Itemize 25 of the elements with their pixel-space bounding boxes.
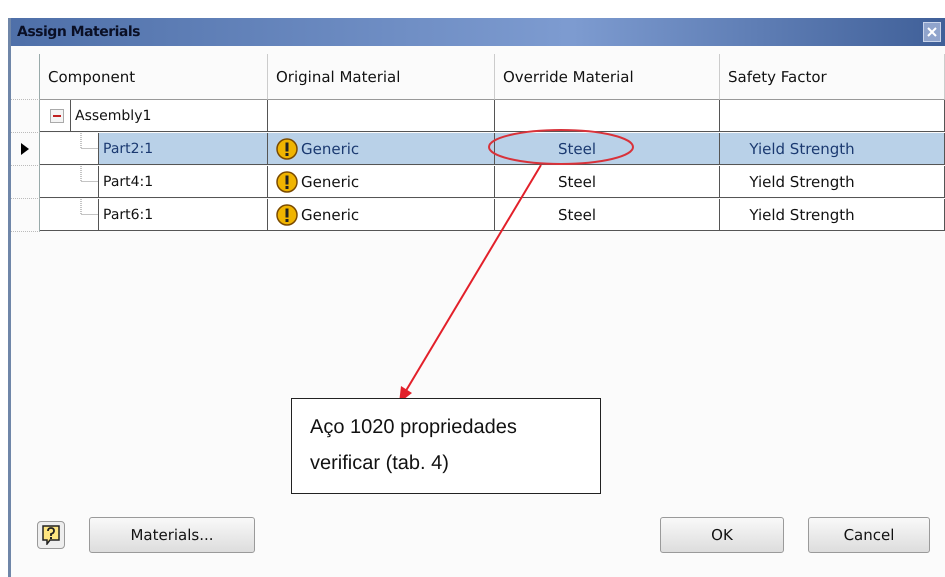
cancel-button[interactable]: Cancel — [808, 517, 930, 553]
ok-button[interactable]: OK — [660, 517, 784, 553]
material-cell[interactable]: Steel — [558, 206, 596, 224]
material-cell[interactable]: Steel — [558, 172, 596, 190]
material-cell: Generic — [301, 206, 360, 224]
window-title: Assign Materials — [17, 24, 142, 40]
component-cell[interactable]: Part2:1 — [98, 133, 268, 164]
collapse-toggle[interactable] — [50, 108, 64, 122]
tree-line — [80, 133, 98, 149]
warning-icon — [276, 138, 298, 160]
warning-icon — [276, 204, 298, 226]
close-button[interactable] — [923, 22, 941, 42]
close-icon — [927, 27, 937, 37]
help-button[interactable] — [37, 521, 65, 549]
tree-line — [80, 166, 98, 182]
materials-button[interactable]: Materials... — [89, 517, 255, 553]
warning-icon — [276, 170, 298, 192]
help-icon — [42, 525, 60, 545]
material-cell[interactable]: Steel — [558, 140, 596, 158]
material-cell: Generic — [301, 140, 360, 158]
tree-line — [80, 199, 98, 215]
row-header — [11, 54, 40, 100]
material-cell: Generic — [301, 172, 360, 190]
minus-icon — [53, 114, 61, 116]
annotation-text: Aço 1020 propriedades verificar (tab. 4) — [310, 415, 518, 476]
